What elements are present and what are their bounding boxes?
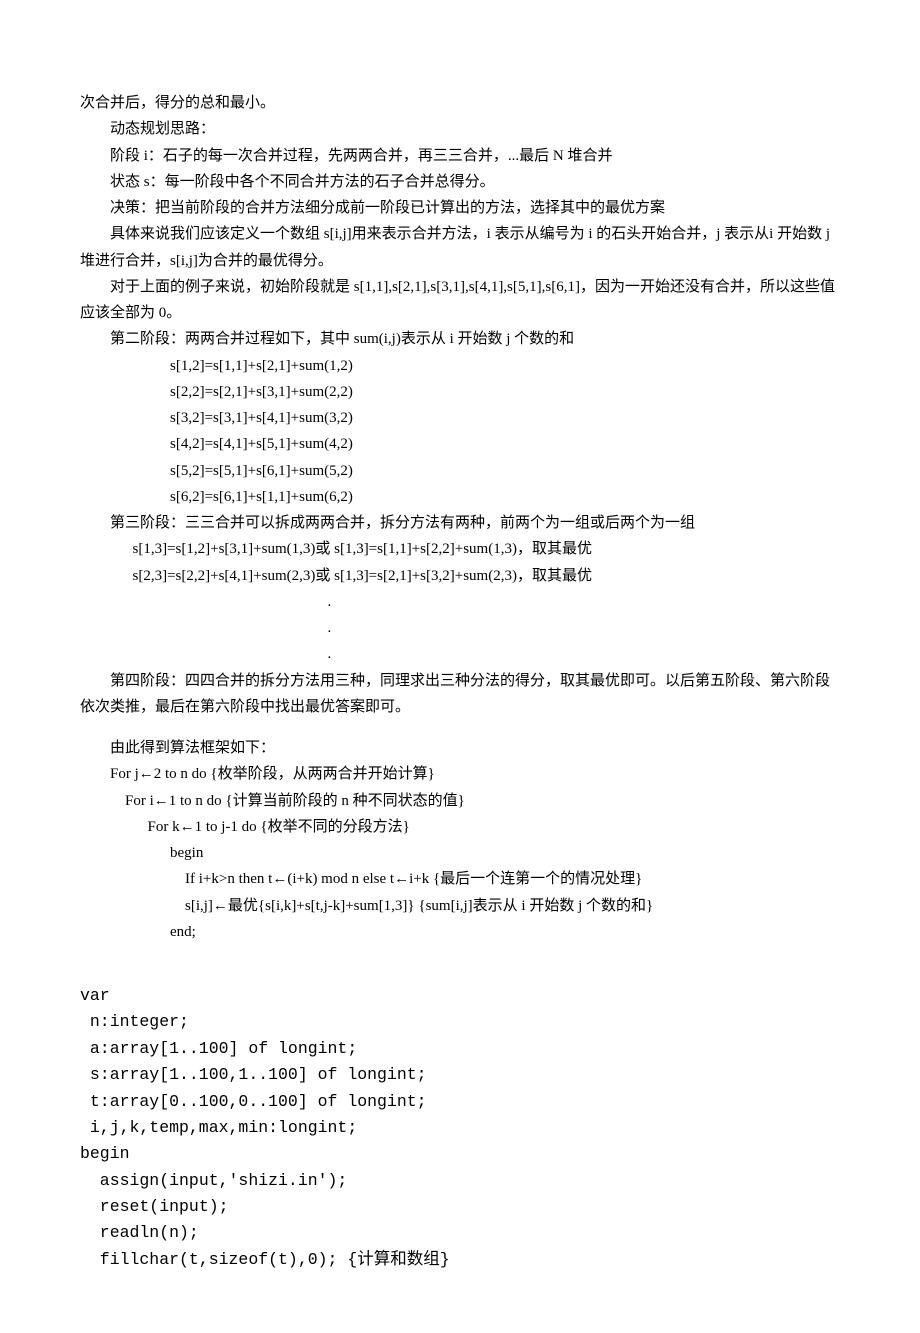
paragraph-phase2: 第二阶段：两两合并过程如下，其中 sum(i,j)表示从 i 开始数 j 个数的…: [80, 326, 840, 352]
paragraph: 次合并后，得分的总和最小。: [80, 90, 840, 116]
equation: s[1,2]=s[1,1]+s[2,1]+sum(1,2): [80, 353, 840, 379]
equation: s[3,2]=s[3,1]+s[4,1]+sum(3,2): [80, 405, 840, 431]
pseudocode-line: If i+k>n then t←(i+k) mod n else t←i+k {…: [80, 866, 840, 892]
code-line: n:integer;: [80, 1009, 840, 1035]
document-page: 次合并后，得分的总和最小。 动态规划思路： 阶段 i：石子的每一次合并过程，先两…: [0, 0, 920, 1333]
equation: s[5,2]=s[5,1]+s[6,1]+sum(5,2): [80, 458, 840, 484]
code-line: reset(input);: [80, 1194, 840, 1220]
equation: s[2,2]=s[2,1]+s[3,1]+sum(2,2): [80, 379, 840, 405]
pseudocode-line: begin: [80, 840, 840, 866]
code-line: begin: [80, 1141, 840, 1167]
heading-approach: 动态规划思路：: [80, 116, 840, 142]
equation: s[4,2]=s[4,1]+s[5,1]+sum(4,2): [80, 431, 840, 457]
code-line: s:array[1..100,1..100] of longint;: [80, 1062, 840, 1088]
equation: s[6,2]=s[6,1]+s[1,1]+sum(6,2): [80, 484, 840, 510]
pseudocode-line: For k←1 to j-1 do {枚举不同的分段方法}: [80, 814, 840, 840]
pseudocode-line: For i←1 to n do {计算当前阶段的 n 种不同状态的值}: [80, 788, 840, 814]
paragraph: 阶段 i：石子的每一次合并过程，先两两合并，再三三合并，...最后 N 堆合并: [80, 143, 840, 169]
code-line: fillchar(t,sizeof(t),0); {计算和数组}: [80, 1247, 840, 1273]
paragraph: 具体来说我们应该定义一个数组 s[i,j]用来表示合并方法，i 表示从编号为 i…: [80, 221, 840, 274]
code-line: a:array[1..100] of longint;: [80, 1036, 840, 1062]
pseudocode-line: For j←2 to n do {枚举阶段，从两两合并开始计算}: [80, 761, 840, 787]
paragraph: 状态 s：每一阶段中各个不同合并方法的石子合并总得分。: [80, 169, 840, 195]
paragraph: 由此得到算法框架如下：: [80, 735, 840, 761]
code-line: i,j,k,temp,max,min:longint;: [80, 1115, 840, 1141]
algorithm-frame: 由此得到算法框架如下： For j←2 to n do {枚举阶段，从两两合并开…: [80, 735, 840, 945]
ellipsis-dot: .: [80, 589, 840, 615]
equation: s[2,3]=s[2,2]+s[4,1]+sum(2,3)或 s[1,3]=s[…: [80, 563, 840, 589]
pseudocode-line: end;: [80, 919, 840, 945]
code-line: var: [80, 983, 840, 1009]
equation: s[1,3]=s[1,2]+s[3,1]+sum(1,3)或 s[1,3]=s[…: [80, 536, 840, 562]
code-line: t:array[0..100,0..100] of longint;: [80, 1089, 840, 1115]
ellipsis-dot: .: [80, 641, 840, 667]
code-line: assign(input,'shizi.in');: [80, 1168, 840, 1194]
pseudocode-line: s[i,j]←最优{s[i,k]+s[t,j-k]+sum[1,3]} {sum…: [80, 893, 840, 919]
paragraph-phase4: 第四阶段：四四合并的拆分方法用三种，同理求出三种分法的得分，取其最优即可。以后第…: [80, 668, 840, 721]
paragraph: 决策：把当前阶段的合并方法细分成前一阶段已计算出的方法，选择其中的最优方案: [80, 195, 840, 221]
code-line: readln(n);: [80, 1220, 840, 1246]
pascal-source: var n:integer; a:array[1..100] of longin…: [80, 983, 840, 1273]
paragraph-phase3: 第三阶段：三三合并可以拆成两两合并，拆分方法有两种，前两个为一组或后两个为一组: [80, 510, 840, 536]
ellipsis-dot: .: [80, 615, 840, 641]
paragraph: 对于上面的例子来说，初始阶段就是 s[1,1],s[2,1],s[3,1],s[…: [80, 274, 840, 327]
